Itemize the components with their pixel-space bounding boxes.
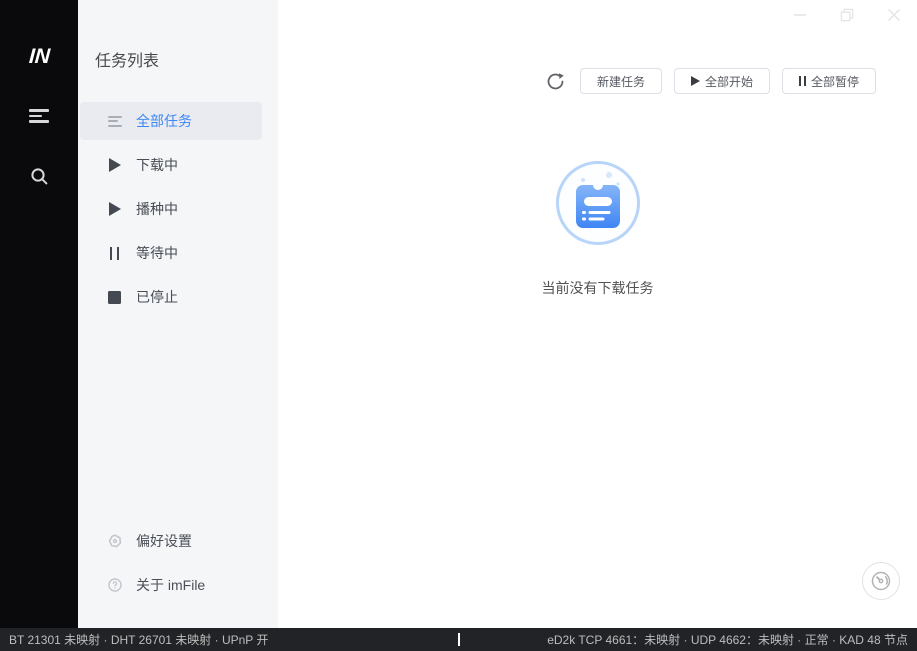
status-bt: BT 21301 未映射 · DHT 26701 未映射 · UPnP 开 bbox=[9, 633, 269, 647]
sidebar-item-label: 已停止 bbox=[136, 289, 178, 305]
sidebar-title: 任务列表 bbox=[95, 53, 160, 70]
sidebar-item-seeding[interactable]: 播种中 bbox=[80, 190, 262, 228]
empty-state-message: 当前没有下载任务 bbox=[541, 280, 654, 296]
list-icon bbox=[107, 115, 122, 127]
play-icon bbox=[690, 76, 700, 86]
task-menu-glyph bbox=[29, 109, 49, 123]
pause-icon bbox=[107, 246, 122, 260]
app-window: IN 任务列表 全部任务 下载中 播种中 等待中 已停止 偏好设置 关于 imF… bbox=[0, 0, 917, 651]
sidebar-item-preferences[interactable]: 偏好设置 bbox=[80, 522, 262, 560]
search-icon[interactable] bbox=[27, 166, 51, 186]
task-nav: 全部任务 下载中 播种中 等待中 已停止 bbox=[78, 102, 278, 322]
sidebar-item-label: 下载中 bbox=[136, 157, 178, 173]
sidebar-item-label: 等待中 bbox=[136, 245, 178, 261]
status-bar: BT 21301 未映射 · DHT 26701 未映射 · UPnP 开 eD… bbox=[0, 628, 917, 651]
empty-state: 当前没有下载任务 bbox=[278, 161, 917, 298]
sidebar-item-label: 全部任务 bbox=[136, 113, 192, 129]
gear-icon bbox=[107, 534, 122, 548]
start-all-button[interactable]: 全部开始 bbox=[673, 68, 770, 94]
play-icon bbox=[107, 202, 122, 216]
sidebar-item-downloading[interactable]: 下载中 bbox=[80, 146, 262, 184]
sidebar-item-all-tasks[interactable]: 全部任务 bbox=[80, 102, 262, 140]
status-ed2k: eD2k TCP 4661：未映射 · UDP 4662：未映射 · 正常 · … bbox=[547, 633, 908, 647]
sidebar-item-waiting[interactable]: 等待中 bbox=[80, 234, 262, 272]
footer-item-label: 关于 imFile bbox=[136, 577, 206, 593]
app-rail: IN bbox=[0, 0, 78, 628]
speed-gauge-icon[interactable] bbox=[862, 562, 900, 600]
minimize-icon[interactable] bbox=[776, 0, 823, 30]
button-label: 全部暂停 bbox=[810, 74, 859, 89]
task-menu-icon[interactable] bbox=[27, 106, 51, 126]
window-controls bbox=[776, 0, 917, 30]
main-panel: 新建任务 全部开始 全部暂停 当前没有下载任务 bbox=[278, 0, 917, 628]
sidebar-footer: 偏好设置 关于 imFile bbox=[78, 522, 278, 610]
button-label: 新建任务 bbox=[596, 74, 645, 89]
button-label: 全部开始 bbox=[704, 74, 753, 89]
app-logo: IN bbox=[27, 45, 51, 68]
sidebar-item-label: 播种中 bbox=[136, 201, 178, 217]
task-toolbar: 新建任务 全部开始 全部暂停 bbox=[545, 68, 876, 94]
pause-all-button[interactable]: 全部暂停 bbox=[781, 68, 876, 94]
sidebar-item-about[interactable]: 关于 imFile bbox=[80, 566, 262, 604]
sidebar: 任务列表 全部任务 下载中 播种中 等待中 已停止 偏好设置 关于 imFile bbox=[78, 0, 278, 628]
task-document-icon bbox=[555, 161, 640, 245]
pause-icon bbox=[798, 76, 806, 86]
question-icon bbox=[107, 578, 122, 592]
sidebar-item-stopped[interactable]: 已停止 bbox=[80, 278, 262, 316]
footer-item-label: 偏好设置 bbox=[136, 533, 192, 549]
new-task-button[interactable]: 新建任务 bbox=[579, 68, 662, 94]
status-divider bbox=[458, 633, 460, 646]
search-glyph bbox=[30, 167, 47, 184]
play-icon bbox=[107, 158, 122, 172]
maximize-icon[interactable] bbox=[823, 0, 870, 30]
content-area: IN 任务列表 全部任务 下载中 播种中 等待中 已停止 偏好设置 关于 imF… bbox=[0, 0, 917, 628]
close-icon[interactable] bbox=[870, 0, 917, 30]
stop-icon bbox=[107, 290, 122, 304]
refresh-icon[interactable] bbox=[545, 70, 567, 92]
